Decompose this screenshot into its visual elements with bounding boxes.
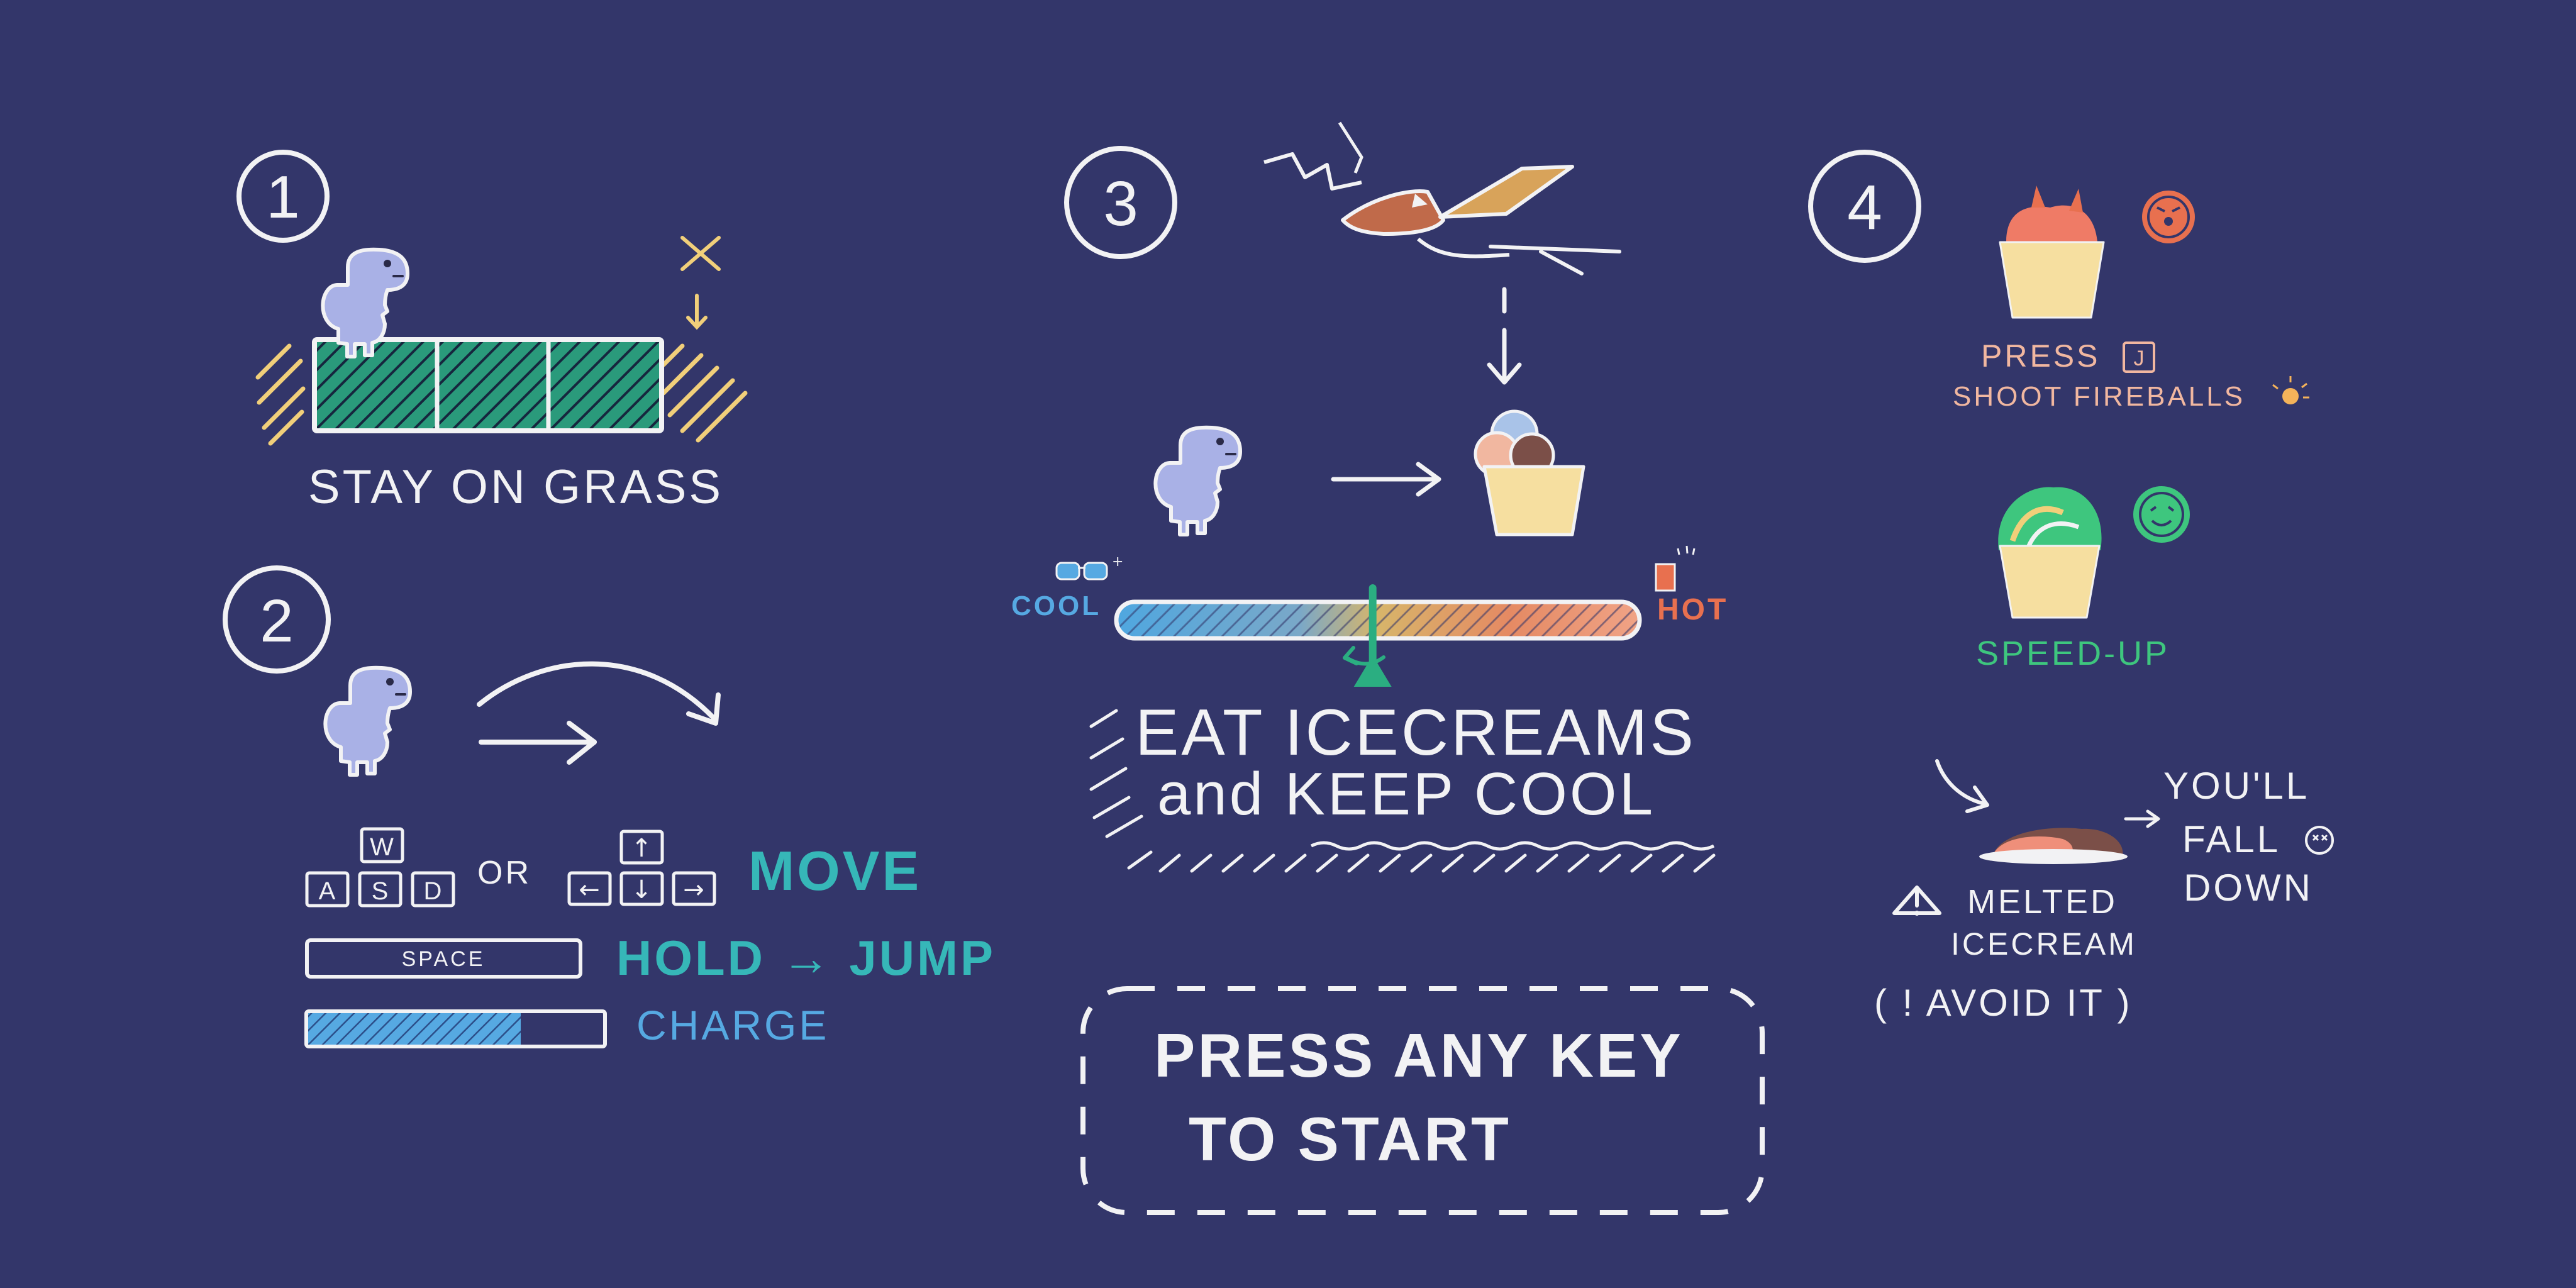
arrow-down-icon: ↓: [631, 875, 652, 904]
slogan-line-2: and KEEP COOL: [1157, 760, 1655, 828]
arrow-left-icon: ←: [579, 875, 600, 904]
angry-face-icon: [2142, 191, 2195, 243]
hold-jump-label: HOLD → JUMP: [616, 930, 996, 985]
wavy-underline: [1310, 841, 1715, 851]
icecream-icon: [1474, 409, 1585, 536]
arrow-right-icon: →: [683, 875, 704, 904]
dino-character: [325, 668, 410, 775]
game-instructions-screen[interactable]: 1 STAY ON GRASS 2 W A S D OR ↑ ← ↓ → MOV…: [0, 0, 2576, 1288]
section-2: 2 W A S D OR ↑ ← ↓ → MOVE SPACE HOLD → J…: [223, 565, 996, 1048]
hazard-edge-left: [255, 343, 306, 446]
arrow-down-right-icon: [1935, 759, 1989, 813]
jump-arrow-icon: [477, 661, 721, 726]
move-arrow-icon: [479, 721, 597, 765]
fire-icon: [1655, 545, 1696, 592]
step-number: 4: [1847, 172, 1882, 243]
section-1: 1 STAY ON GRASS: [236, 150, 748, 514]
fireball-icon: [2272, 376, 2309, 404]
dizzy-face-icon: [2305, 826, 2334, 855]
slogan-line-1: EAT ICECREAMS: [1135, 696, 1696, 769]
press-label: PRESS: [1981, 338, 2101, 374]
key-a: A: [319, 877, 336, 905]
cool-label: COOL: [1011, 591, 1101, 621]
arrow-down-icon: [1487, 287, 1522, 385]
arrow-right-icon: [1331, 462, 1441, 497]
return-arrow-icon: [1343, 646, 1385, 666]
arrow-down-icon: [686, 294, 708, 330]
key-d: D: [424, 877, 442, 905]
melted-icecream-icon: [1979, 828, 2128, 864]
j-key-label: J: [2134, 347, 2145, 370]
start-prompt-line-1: PRESS ANY KEY: [1154, 1021, 1684, 1090]
move-label: MOVE: [748, 840, 921, 902]
lightning-icon: [1338, 121, 1363, 174]
fall-line-3: DOWN: [2184, 867, 2313, 909]
sunglasses-icon: +: [1055, 554, 1123, 580]
dino-character: [1155, 428, 1240, 535]
speed-icecream-icon: [1998, 487, 2102, 619]
melted-line-2: ICECREAM: [1951, 926, 2137, 962]
fall-line-1: YOU'LL: [2163, 765, 2309, 807]
charge-bar-fill: [308, 1013, 521, 1045]
warning-icon: [1892, 886, 1941, 916]
fire-icecream-icon: [1999, 186, 2105, 319]
step-number: 2: [260, 587, 293, 655]
svg-text:+: +: [1112, 554, 1123, 570]
step-number: 1: [266, 164, 299, 231]
start-prompt-line-2: TO START: [1189, 1104, 1511, 1174]
avoid-label: ( ! AVOID IT ): [1874, 982, 2133, 1024]
fireball-label: SHOOT FIREBALLS: [1953, 381, 2245, 412]
melted-line-1: MELTED: [1967, 883, 2118, 921]
step-number: 3: [1103, 169, 1138, 239]
section-3: 3 + COOL HOT EAT ICECREAMS and KEEP COOL: [1011, 121, 1728, 873]
start-prompt[interactable]: PRESS ANY KEY TO START: [1080, 986, 1765, 1215]
key-w: W: [370, 833, 394, 861]
hot-label: HOT: [1657, 593, 1728, 626]
fall-line-2: FALL: [2182, 818, 2280, 860]
speed-label: SPEED-UP: [1976, 635, 2170, 672]
key-s: S: [372, 877, 389, 905]
or-label: OR: [477, 855, 531, 891]
lightning-icon: [1263, 152, 1362, 191]
arrow-right-icon: [2124, 809, 2160, 828]
space-key-label: SPACE: [402, 947, 486, 971]
hazard-edge-right: [661, 343, 748, 443]
arrow-up-icon: ↑: [631, 834, 652, 863]
step-caption: STAY ON GRASS: [308, 460, 723, 514]
x-mark-icon: [680, 236, 721, 271]
charge-label: CHARGE: [636, 1002, 829, 1048]
wasd-keys: W A S D: [305, 827, 455, 908]
arrow-keys: ↑ ← ↓ →: [567, 830, 716, 906]
happy-face-icon: [2133, 486, 2190, 543]
temperature-bar: [1114, 599, 1642, 641]
section-4: 4 PRESS J SHOOT FIREBALLS SPEED-UP YOU'L…: [1808, 150, 2334, 1024]
pterodactyl-icon: [1341, 165, 1621, 275]
